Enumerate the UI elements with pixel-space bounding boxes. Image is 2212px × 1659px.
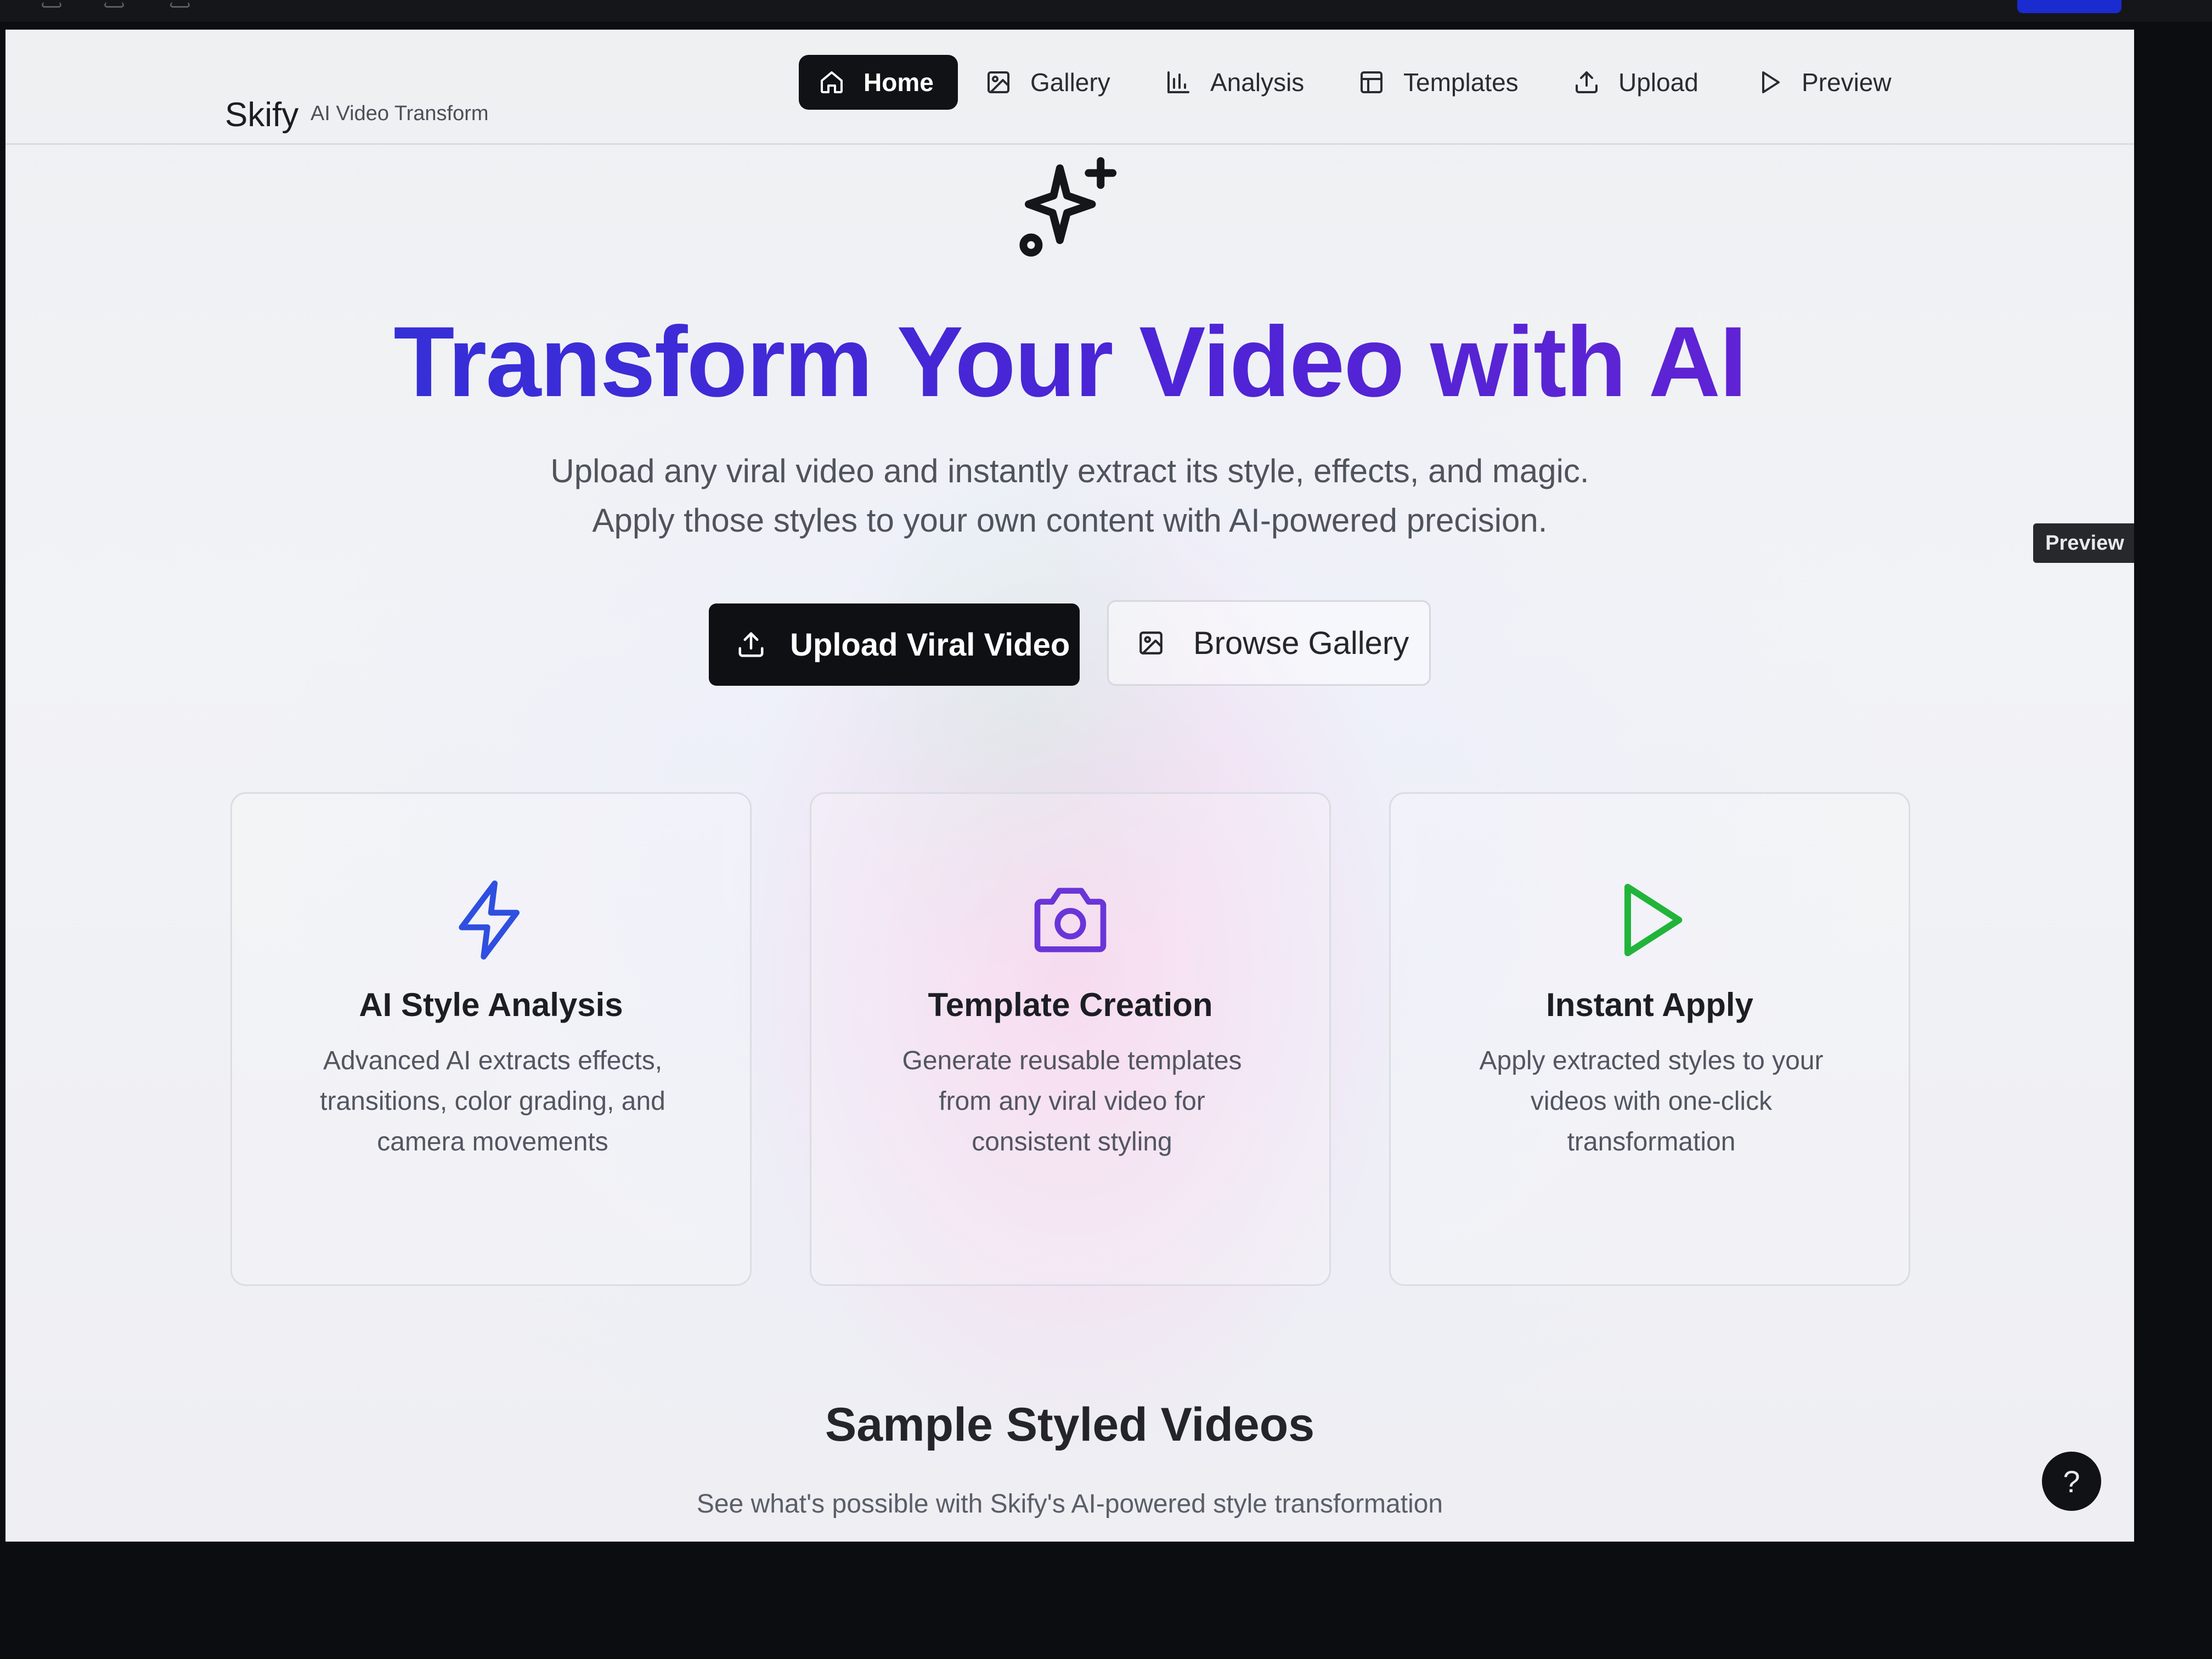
hero-subtitle-line2: Apply those styles to your own content w… (592, 502, 1548, 539)
play-icon (1762, 71, 1780, 93)
zap-icon (459, 881, 520, 960)
browse-gallery-button[interactable]: Browse Gallery (1107, 600, 1431, 686)
feature-title: Template Creation (928, 986, 1213, 1023)
upload-viral-video-button[interactable]: Upload Viral Video (709, 603, 1080, 686)
feature-card-ai-style-analysis: AI Style Analysis Advanced AI extracts e… (230, 792, 752, 1286)
nav-item-label: Preview (1802, 68, 1892, 97)
brand-name[interactable]: Skify (225, 95, 298, 134)
image-icon (988, 71, 1009, 93)
upload-icon (1576, 71, 1598, 93)
browse-gallery-label: Browse Gallery (1193, 625, 1409, 661)
camera-icon (1034, 888, 1107, 952)
device-top-bar (0, 0, 2212, 22)
help-button[interactable]: ? (2042, 1452, 2101, 1511)
nav-item-upload[interactable]: Upload (1573, 55, 1699, 110)
top-navigation: Skify AI Video Transform Home Gallery An… (5, 30, 2134, 145)
nav-item-label: Analysis (1210, 68, 1305, 97)
brand-tagline: AI Video Transform (311, 102, 489, 125)
hero-subtitle-line1: Upload any viral video and instantly ext… (550, 453, 1589, 489)
feature-description: Apply extracted styles to your videos wi… (1479, 1046, 1824, 1156)
browser-control-icon[interactable] (42, 2, 61, 8)
hero-title: Transform Your Video with AI (5, 304, 2134, 419)
upload-icon (738, 632, 764, 657)
samples-section-subtitle: See what's possible with Skify's AI-powe… (696, 1489, 1443, 1519)
feature-description: Generate reusable templates from any vir… (902, 1046, 1242, 1156)
feature-title: Instant Apply (1546, 986, 1753, 1023)
nav-item-label: Gallery (1030, 68, 1110, 97)
image-icon (1139, 631, 1163, 654)
browser-control-icon[interactable] (170, 2, 190, 8)
nav-item-label: Home (864, 68, 934, 97)
feature-description: Advanced AI extracts effects, transition… (320, 1046, 665, 1156)
home-icon (821, 71, 843, 93)
samples-section-title: Sample Styled Videos (825, 1398, 1315, 1451)
bar-chart-icon (1167, 71, 1189, 93)
nav-item-analysis[interactable]: Analysis (1165, 55, 1304, 110)
top-accent-button[interactable] (2017, 0, 2121, 13)
browser-control-icon[interactable] (104, 2, 124, 8)
nav-item-templates[interactable]: Templates (1358, 55, 1519, 110)
nav-item-gallery[interactable]: Gallery (985, 55, 1110, 110)
layout-icon (1361, 71, 1383, 93)
sparkles-icon (1019, 157, 1117, 257)
nav-item-label: Templates (1403, 68, 1519, 97)
nav-item-home[interactable]: Home (799, 55, 958, 110)
feature-card-template-creation: Template Creation Generate reusable temp… (810, 792, 1331, 1286)
upload-button-label: Upload Viral Video (790, 627, 1070, 663)
app-window: Skify AI Video Transform Home Gallery An… (5, 30, 2134, 1542)
feature-title: AI Style Analysis (359, 986, 623, 1023)
nav-item-label: Upload (1618, 68, 1699, 97)
feature-card-instant-apply: Instant Apply Apply extracted styles to … (1389, 792, 1910, 1286)
nav-item-preview[interactable]: Preview (1757, 55, 1892, 110)
play-icon (1624, 884, 1683, 956)
